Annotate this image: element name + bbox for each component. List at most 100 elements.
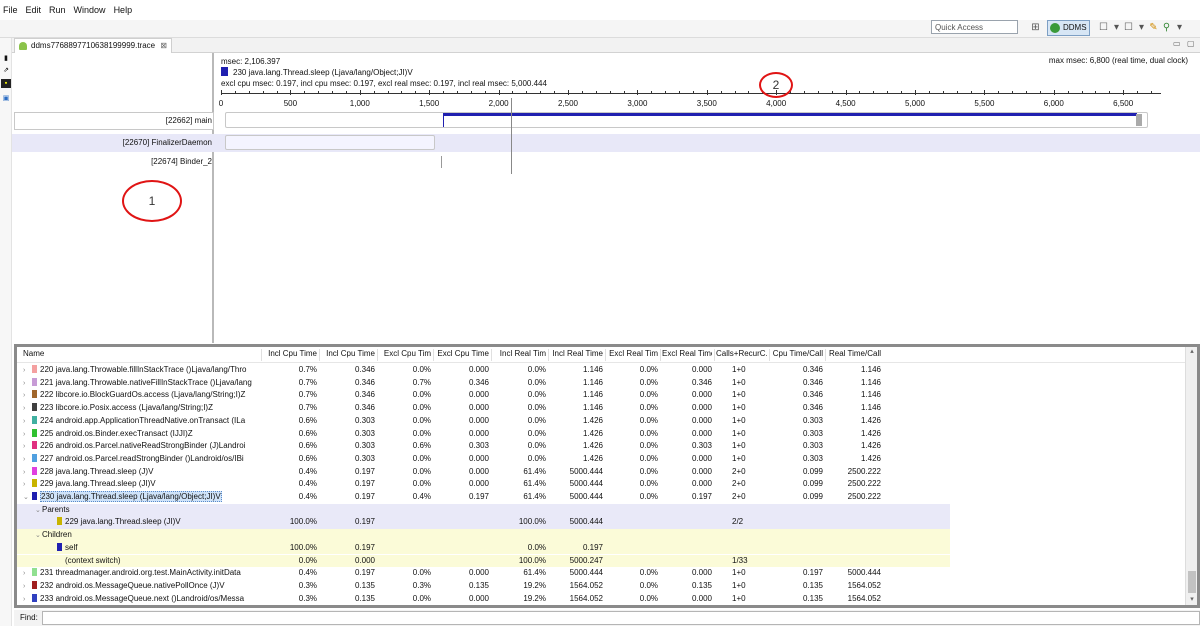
menu-file[interactable]: File [3,5,18,15]
column-separator[interactable] [261,349,262,361]
close-icon[interactable]: ⊠ [160,39,167,52]
table-row[interactable]: self 100.0% 0.197 0.0% 0.197 [17,541,950,555]
screen-icon[interactable]: ▣ [1,94,11,103]
scrollbar-thumb[interactable] [1188,571,1196,593]
column-separator[interactable] [319,349,320,361]
section-row[interactable]: ⌄Children [17,529,950,542]
tick-mark [1150,91,1152,94]
table-row[interactable]: ⌄ 230 java.lang.Thread.sleep (Ljava/lang/… [17,491,950,504]
minimize-icon[interactable]: ▭ [1173,39,1181,48]
column-header[interactable]: Excl Cpu Time [435,349,489,358]
ddms-perspective-button[interactable]: DDMS [1047,20,1090,36]
tick-label: 500 [283,99,298,108]
java-perspective-icon[interactable]: ☐ [1097,21,1110,34]
table-cell: 0.6% [298,441,317,451]
scroll-up-icon[interactable]: ▴ [1186,347,1197,357]
quick-access-input[interactable]: Quick Access [931,20,1018,34]
device-icon[interactable]: ▮ [1,54,11,63]
table-row[interactable]: › 223 libcore.io.Posix.access (Ljava/lang… [17,402,950,415]
column-header[interactable]: Excl Cpu Tim [379,349,431,358]
tick-mark [484,91,486,94]
column-header[interactable]: Incl Real Time [550,349,603,358]
column-separator[interactable] [605,349,606,361]
thread-row-main[interactable]: [22662] main [12,112,1200,130]
column-header[interactable]: Cpu Time/Call [771,349,823,358]
column-separator[interactable] [825,349,826,361]
column-separator[interactable] [660,349,661,361]
tick-mark [928,91,930,94]
thread-row-binder[interactable]: [22674] Binder_2 [12,156,1200,170]
column-separator[interactable] [377,349,378,361]
debug-perspective-icon[interactable]: ☐ [1122,21,1135,34]
table-row[interactable]: › 229 java.lang.Thread.sleep (JI)V 0.4% 0.1… [17,478,950,491]
section-row[interactable]: ⌄Parents [17,503,950,517]
column-header[interactable]: Name [23,349,44,358]
column-separator[interactable] [714,349,715,361]
table-row[interactable]: › 231 threadmanager.android.org.test.Main… [17,567,950,580]
column-header[interactable]: Calls+RecurC... [716,349,767,358]
search-tool-icon[interactable]: ⚲ [1160,21,1173,34]
menu-edit[interactable]: Edit [26,5,42,15]
table-row[interactable]: › 233 android.os.MessageQueue.next ()Land… [17,593,950,605]
column-header[interactable]: Excl Real Time [662,349,712,358]
annotation-label: 2 [772,78,780,92]
table-cell: 0.6% [412,441,431,451]
table-row[interactable]: › 226 android.os.Parcel.nativeReadStrongB… [17,440,950,453]
tab-trace-file[interactable]: ddms7768897710638199999.trace ⊠ [14,38,172,53]
open-perspective-icon[interactable]: ⊞ [1029,21,1042,34]
table-cell: 0.000 [468,466,489,476]
thread-event-mark [441,156,442,168]
method-name-cell: self [23,542,259,555]
column-separator[interactable] [548,349,549,361]
method-name-cell: › 233 android.os.MessageQueue.next ()Land… [23,593,259,605]
restore-icon[interactable]: ⇗ [1,66,11,75]
table-row[interactable]: (context switch) 0.0% 0.000 100.0% 5000.247 1… [17,554,950,568]
column-separator[interactable] [433,349,434,361]
menu-help[interactable]: Help [114,5,133,15]
column-separator[interactable] [769,349,770,361]
maximize-icon[interactable]: ▢ [1187,39,1195,48]
column-header[interactable]: Real Time/Call [827,349,881,358]
tick-label: 3,500 [696,99,717,108]
vertical-scrollbar[interactable]: ▴ ▾ [1185,347,1197,605]
tool-icon[interactable]: ✎ [1147,21,1160,34]
time-cursor-line[interactable] [511,98,512,174]
table-row[interactable]: › 220 java.lang.Throwable.fillInStackTrac… [17,364,950,377]
column-header[interactable]: Excl Real Tim [607,349,658,358]
tick-mark [845,90,847,95]
table-row[interactable]: › 224 android.app.ApplicationThreadNative… [17,415,950,428]
table-cell: 1.146 [860,403,881,413]
method-span-bar[interactable] [443,113,1137,116]
table-cell: 0.0% [298,555,317,565]
table-cell: 1.426 [860,453,881,463]
dropdown-arrow-icon[interactable]: ▾ [1173,21,1186,34]
table-cell: 0.0% [412,403,431,413]
table-row[interactable]: › 222 libcore.io.BlockGuardOs.access (Lja… [17,389,950,402]
column-separator[interactable] [491,349,492,361]
table-row[interactable]: › 227 android.os.Parcel.readStrongBinder … [17,453,950,466]
table-cell: 61.4% [523,479,546,489]
column-header[interactable]: Incl Cpu Time [321,349,375,358]
table-cell: 0.000 [468,390,489,400]
table-cell: 2+0 [732,466,746,476]
table-row[interactable]: › 228 java.lang.Thread.sleep (J)V 0.4% 0.19… [17,466,950,479]
table-cell: 0.0% [527,453,546,463]
table-row[interactable]: › 225 android.os.Binder.execTransact (IJJ… [17,428,950,441]
column-header[interactable]: Incl Cpu Time [263,349,317,358]
method-name: 229 java.lang.Thread.sleep (JI)V [40,479,156,489]
expand-icon[interactable]: › [23,594,30,605]
menu-window[interactable]: Window [74,5,106,15]
left-trim-bar: ▮ ⇗ ▪ ▣ [0,38,12,626]
column-header[interactable]: Incl Real Tim [493,349,546,358]
find-input[interactable] [42,611,1200,625]
thread-row-finalizer[interactable]: [22670] FinalizerDaemon [12,134,1200,152]
console-icon[interactable]: ▪ [1,79,11,88]
table-row[interactable]: › 232 android.os.MessageQueue.nativePollO… [17,580,950,593]
method-name: 222 libcore.io.BlockGuardOs.access (Ljav… [40,390,246,400]
menu-run[interactable]: Run [49,5,66,15]
scroll-down-icon[interactable]: ▾ [1186,595,1197,605]
table-cell: 0.0% [412,593,431,603]
table-row[interactable]: › 221 java.lang.Throwable.nativeFillInSta… [17,377,950,390]
table-row[interactable]: 229 java.lang.Thread.sleep (JI)V 100.0% 0.… [17,516,950,530]
table-cell: 0.4% [298,568,317,578]
